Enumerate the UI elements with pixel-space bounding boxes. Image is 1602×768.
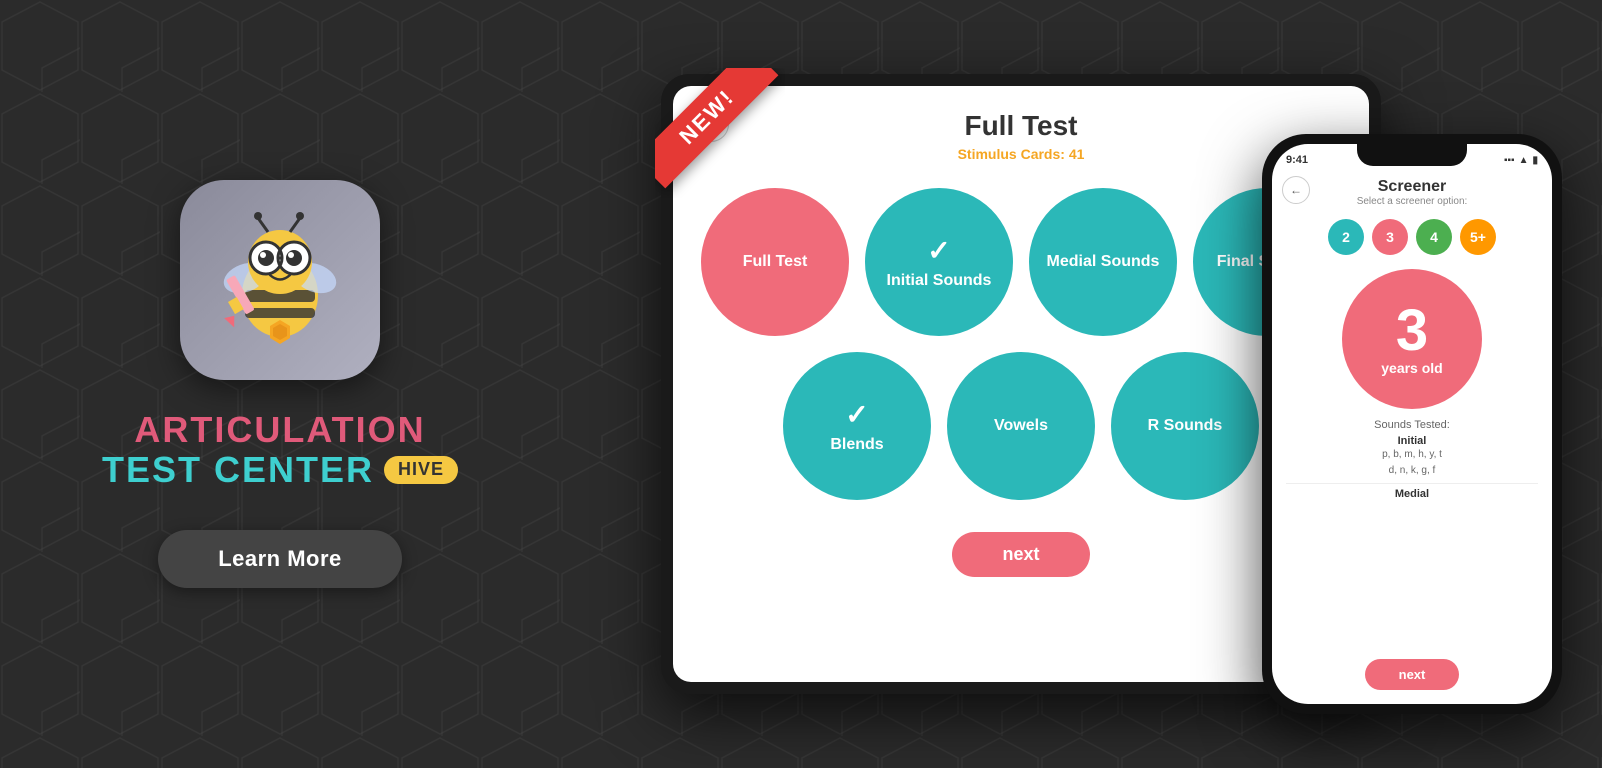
initial-sounds-label: Initial Sounds	[877, 271, 1002, 290]
tablet-back-button[interactable]: ←	[693, 106, 729, 142]
check-icon-initial: ✓	[927, 234, 950, 267]
initial-sounds-circle[interactable]: ✓ Initial Sounds	[865, 188, 1013, 336]
age-button-5plus[interactable]: 5+	[1460, 219, 1496, 255]
hive-badge: hive	[384, 456, 458, 484]
vowels-circle[interactable]: Vowels	[947, 352, 1095, 500]
medial-category-label: Medial	[1286, 488, 1538, 500]
phone-notch	[1357, 144, 1467, 166]
screener-subtitle: Select a screener option:	[1357, 196, 1468, 207]
app-title-line2: TEST CENTER hive	[102, 450, 458, 490]
sounds-section: Sounds Tested: Initial p, b, m, h, y, t …	[1272, 415, 1552, 653]
medial-sounds-circle[interactable]: Medial Sounds	[1029, 188, 1177, 336]
tablet-title: Full Test	[964, 110, 1077, 142]
initial-category-label: Initial	[1286, 435, 1538, 447]
vowels-label: Vowels	[984, 416, 1058, 435]
age-text: years old	[1381, 360, 1442, 376]
app-icon	[180, 180, 380, 380]
r-sounds-circle[interactable]: R Sounds	[1111, 352, 1259, 500]
stimulus-cards-label: Stimulus Cards: 41	[958, 146, 1085, 162]
stimulus-count: 41	[1069, 146, 1085, 162]
age-display: 3 years old	[1342, 269, 1482, 409]
circles-row-2: ✓ Blends Vowels R Sounds	[783, 352, 1259, 500]
sounds-tested-label: Sounds Tested:	[1286, 419, 1538, 431]
learn-more-button[interactable]: Learn More	[158, 530, 402, 588]
age-button-2[interactable]: 2	[1328, 219, 1364, 255]
blends-circle[interactable]: ✓ Blends	[783, 352, 931, 500]
selected-age: 3	[1396, 302, 1428, 360]
initial-sounds-list: p, b, m, h, y, t	[1286, 447, 1538, 463]
initial-sounds-list-2: d, n, k, g, f	[1286, 463, 1538, 479]
phone-next-button[interactable]: next	[1365, 659, 1460, 690]
phone-device: 9:41 ▪▪▪ ▲ ▮ ← Screener Select a screene…	[1262, 134, 1562, 714]
phone-header: ← Screener Select a screener option:	[1272, 172, 1552, 211]
age-buttons-row: 2 3 4 5+	[1272, 211, 1552, 263]
app-title-line1: ARTICULATION	[134, 410, 425, 450]
signal-icon: ▪▪▪	[1504, 155, 1515, 166]
age-button-3[interactable]: 3	[1372, 219, 1408, 255]
phone-time: 9:41	[1286, 154, 1308, 166]
phone-screen: 9:41 ▪▪▪ ▲ ▮ ← Screener Select a screene…	[1272, 144, 1552, 704]
check-icon-blends: ✓	[845, 398, 868, 431]
tablet-header: ← Full Test Stimulus Cards: 41	[673, 86, 1369, 172]
tablet-next-button[interactable]: next	[952, 532, 1089, 577]
left-panel: ARTICULATION TEST CENTER hive Learn More	[60, 180, 500, 587]
medial-sounds-label: Medial Sounds	[1037, 252, 1170, 271]
wifi-icon: ▲	[1519, 155, 1529, 166]
screener-title: Screener	[1378, 178, 1447, 196]
phone-back-button[interactable]: ←	[1282, 176, 1310, 204]
battery-icon: ▮	[1532, 155, 1538, 166]
devices-container: ← Full Test Stimulus Cards: 41 Full Test	[500, 34, 1542, 734]
blends-label: Blends	[820, 435, 893, 454]
age-button-4[interactable]: 4	[1416, 219, 1452, 255]
r-sounds-label: R Sounds	[1138, 416, 1233, 435]
full-test-circle[interactable]: Full Test	[701, 188, 849, 336]
sounds-divider	[1286, 483, 1538, 484]
circles-row-1: Full Test ✓ Initial Sounds Medial Sounds…	[701, 188, 1341, 336]
